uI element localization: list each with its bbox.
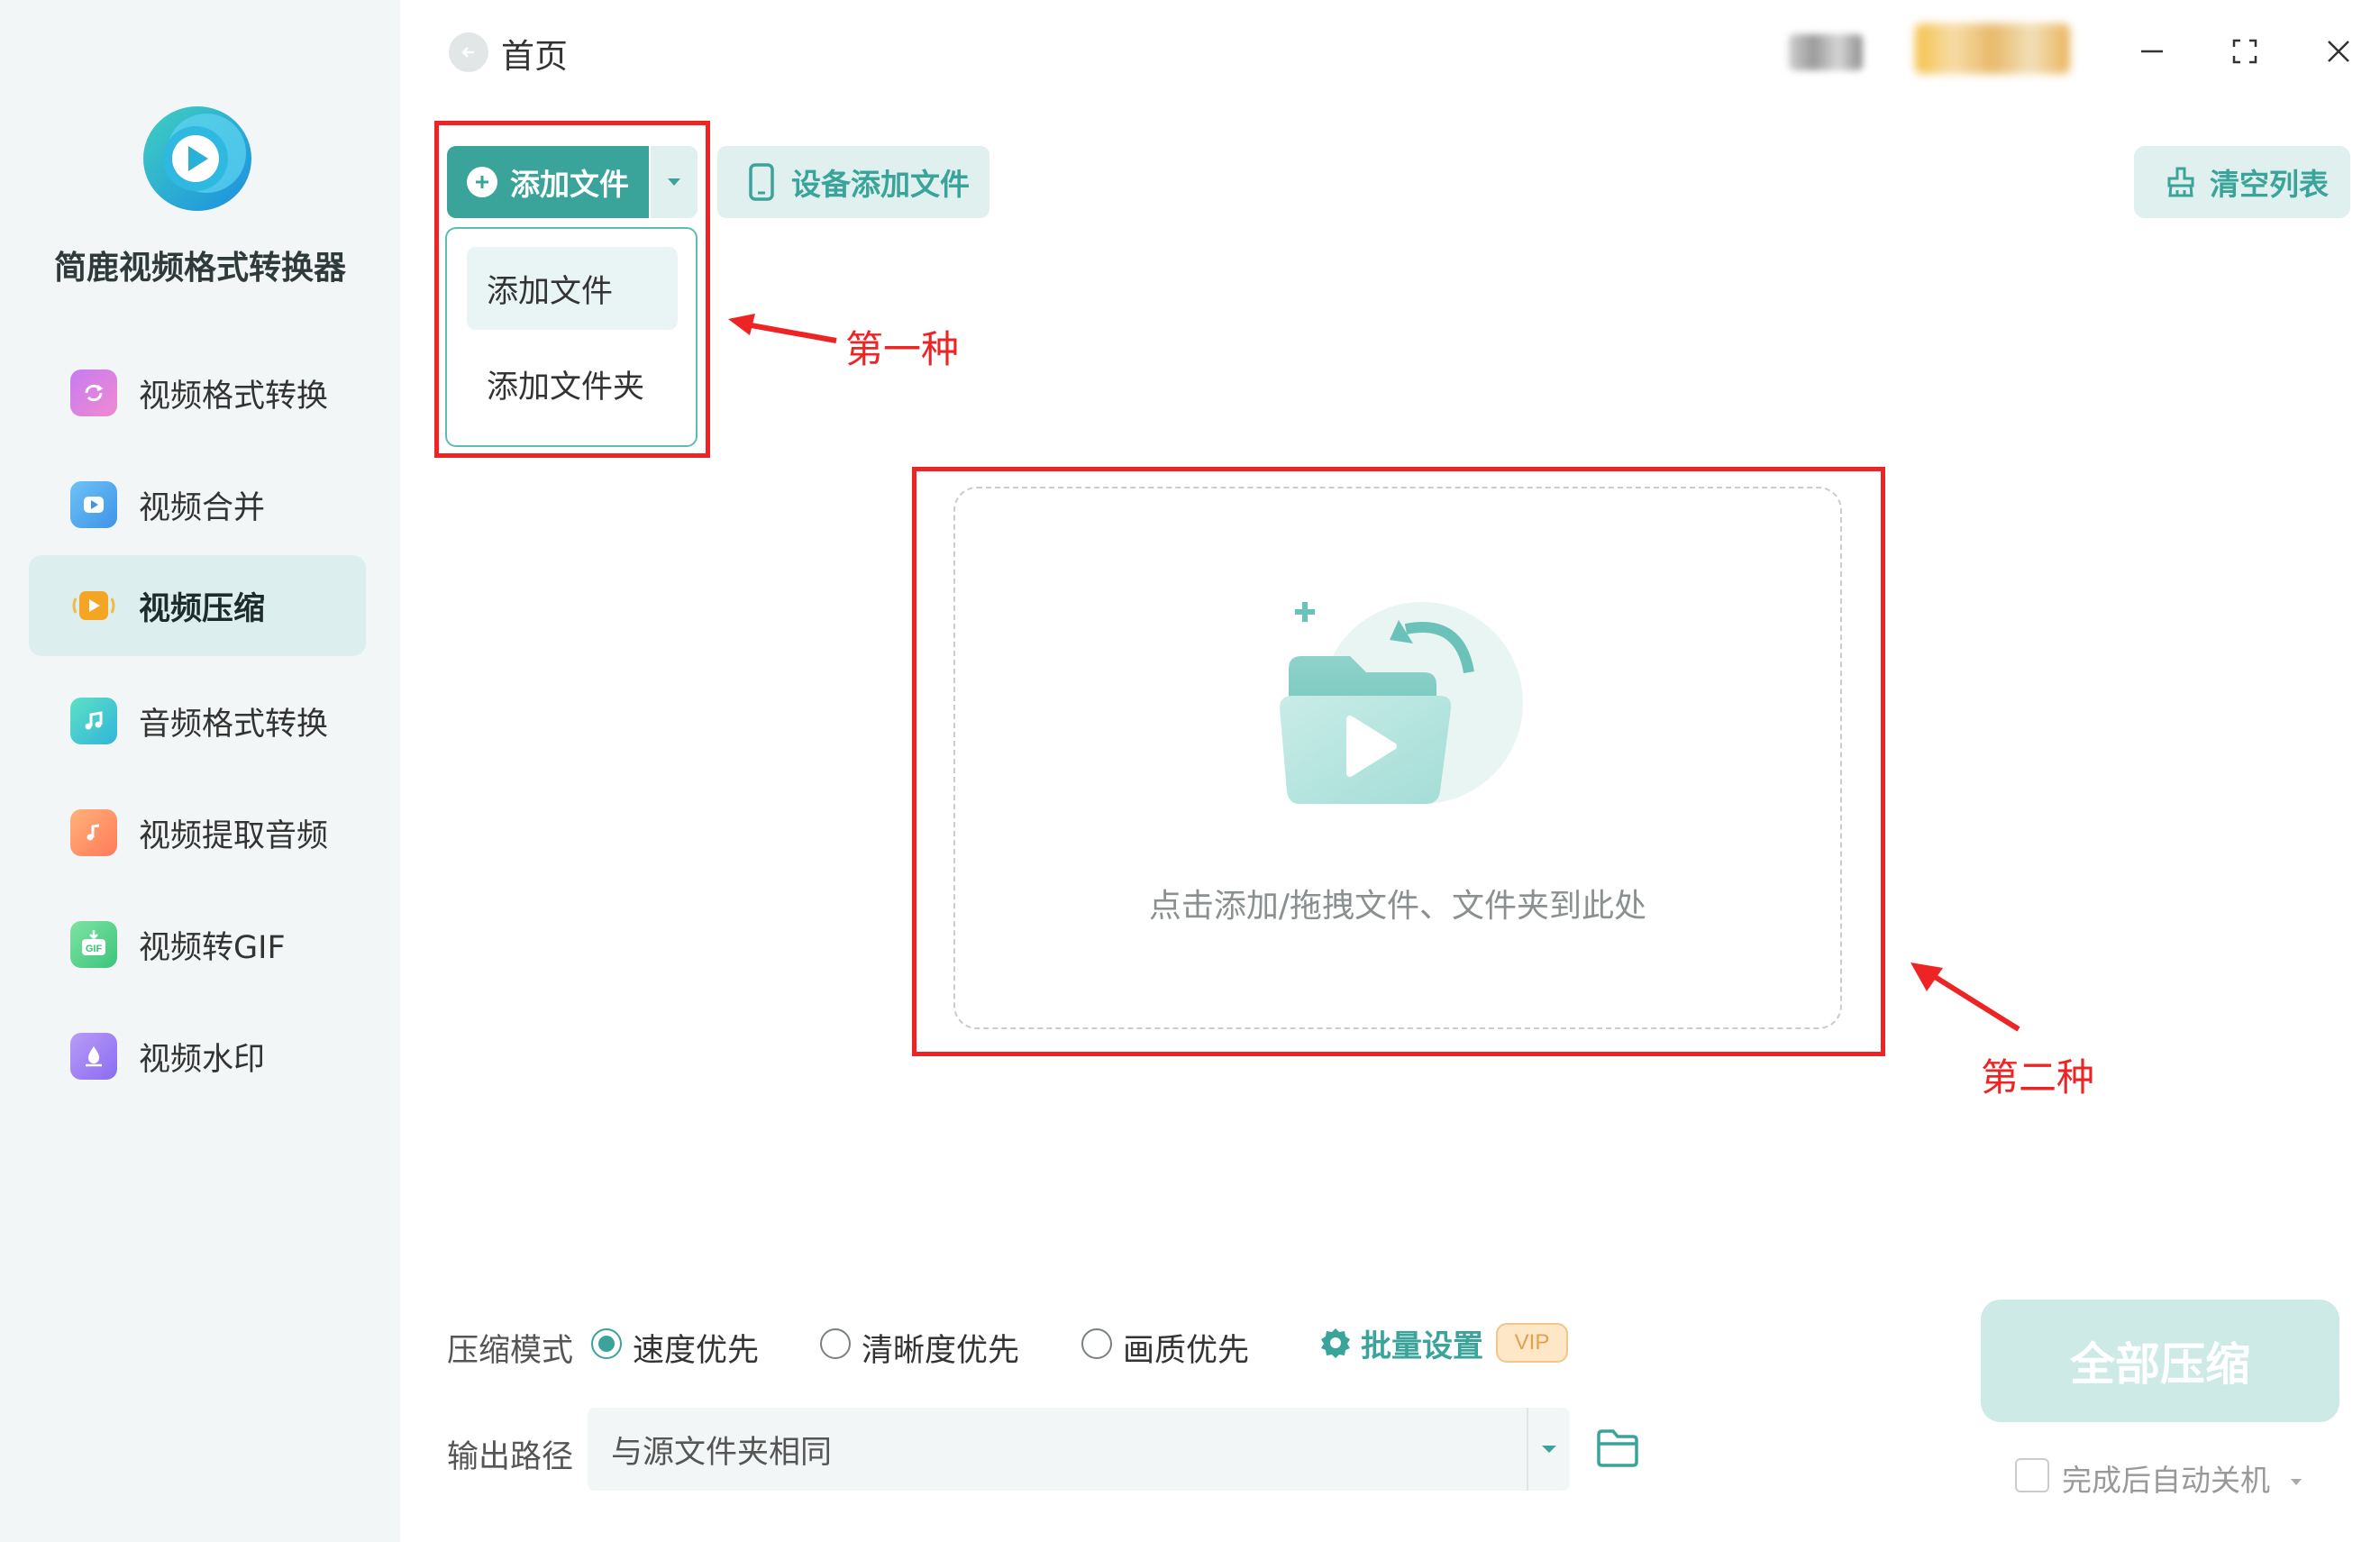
caret-down-icon (1542, 1446, 1556, 1453)
annotation-box-first (434, 121, 710, 458)
compress-all-button[interactable]: 全部压缩 (1981, 1300, 2339, 1422)
folder-video-icon (1280, 602, 1523, 804)
gear-icon (1321, 1328, 1350, 1358)
auto-shutdown-label[interactable]: 完成后自动关机 (2062, 1456, 2303, 1500)
sidebar-item-label: 视频压缩 (139, 590, 266, 627)
sidebar-item-label: 视频格式转换 (139, 378, 329, 415)
auto-shutdown-text: 完成后自动关机 (2062, 1463, 2270, 1498)
sidebar-item-extract-audio[interactable]: 视频提取音频 (29, 782, 366, 883)
clear-list-button[interactable]: 清空列表 (2134, 146, 2350, 218)
app-name: 简鹿视频格式转换器 (53, 250, 346, 287)
watermark-icon (70, 1033, 117, 1080)
open-folder-button[interactable] (1595, 1428, 1640, 1469)
sidebar-item-label: 视频合并 (139, 489, 266, 526)
annotation-arrow-second (1910, 963, 2020, 1032)
batch-settings-label: 批量设置 (1361, 1328, 1483, 1364)
caret-down-icon (2290, 1478, 2302, 1485)
batch-settings-button[interactable]: 批量设置 (1318, 1323, 1483, 1364)
fullscreen-icon (2232, 39, 2257, 64)
video-merge-icon (70, 481, 117, 528)
sidebar-item-label: 视频转GIF (139, 929, 286, 966)
sidebar-item-video-convert[interactable]: 视频格式转换 (29, 342, 366, 443)
sidebar-item-video-merge[interactable]: 视频合并 (29, 454, 366, 555)
video-compress-icon (70, 582, 117, 629)
maximize-button[interactable] (2220, 27, 2269, 76)
radio-speed-priority[interactable] (591, 1328, 622, 1359)
sidebar-item-gif[interactable]: GIF 视频转GIF (29, 894, 366, 995)
video-convert-icon (70, 370, 117, 416)
radio-clarity-priority[interactable] (820, 1328, 851, 1359)
drop-zone-hint: 点击添加/拖拽文件、文件夹到此处 (1148, 888, 1647, 925)
output-path-select[interactable]: 与源文件夹相同 (588, 1408, 1570, 1491)
phone-icon (749, 163, 774, 201)
audio-convert-icon (70, 698, 117, 744)
output-path-value: 与源文件夹相同 (611, 1434, 833, 1471)
radio-quality-priority[interactable] (1081, 1328, 1112, 1359)
sidebar-item-video-compress[interactable]: 视频压缩 (29, 555, 366, 656)
sidebar-item-watermark[interactable]: 视频水印 (29, 1006, 366, 1107)
radio-label-quality[interactable]: 画质优先 (1123, 1325, 1249, 1371)
annotation-label-first: 第一种 (845, 327, 960, 371)
output-path-label: 输出路径 (447, 1439, 574, 1475)
drop-zone[interactable]: 点击添加/拖拽文件、文件夹到此处 (953, 487, 1842, 1029)
minimize-icon (2141, 50, 2163, 53)
sidebar: 简鹿视频格式转换器 视频格式转换 视频合并 视频压缩 音频格式转换 视频提取音频… (0, 0, 400, 1542)
auto-shutdown-checkbox[interactable] (2015, 1458, 2049, 1492)
sidebar-item-label: 视频水印 (139, 1041, 266, 1078)
close-button[interactable] (2314, 27, 2363, 76)
blurred-vip-badge (1915, 23, 2070, 74)
folder-icon (1597, 1429, 1638, 1467)
output-path-dropdown-toggle[interactable] (1527, 1408, 1570, 1491)
compress-mode-label: 压缩模式 (447, 1333, 574, 1369)
svg-text:GIF: GIF (86, 944, 103, 954)
gif-icon: GIF (70, 921, 117, 968)
clear-list-label: 清空列表 (2210, 167, 2329, 202)
device-add-file-button[interactable]: 设备添加文件 (717, 146, 989, 218)
radio-label-speed[interactable]: 速度优先 (633, 1325, 759, 1371)
sidebar-item-label: 音频格式转换 (139, 706, 329, 743)
blurred-user-info (1789, 34, 1863, 70)
vip-badge: VIP (1496, 1323, 1568, 1363)
sidebar-item-audio-convert[interactable]: 音频格式转换 (29, 671, 366, 771)
arrow-left-icon (461, 47, 474, 58)
device-add-file-label: 设备添加文件 (791, 167, 970, 202)
app-logo (140, 101, 255, 216)
close-icon (2328, 41, 2349, 62)
broom-icon (2167, 167, 2194, 197)
radio-label-clarity[interactable]: 清晰度优先 (862, 1325, 1019, 1371)
back-button[interactable] (449, 32, 488, 72)
annotation-arrow-first (728, 314, 837, 343)
minimize-button[interactable] (2128, 27, 2176, 76)
extract-audio-icon (70, 809, 117, 856)
breadcrumb[interactable]: 首页 (501, 29, 568, 78)
sidebar-item-label: 视频提取音频 (139, 817, 329, 854)
annotation-label-second: 第二种 (1981, 1055, 2095, 1099)
